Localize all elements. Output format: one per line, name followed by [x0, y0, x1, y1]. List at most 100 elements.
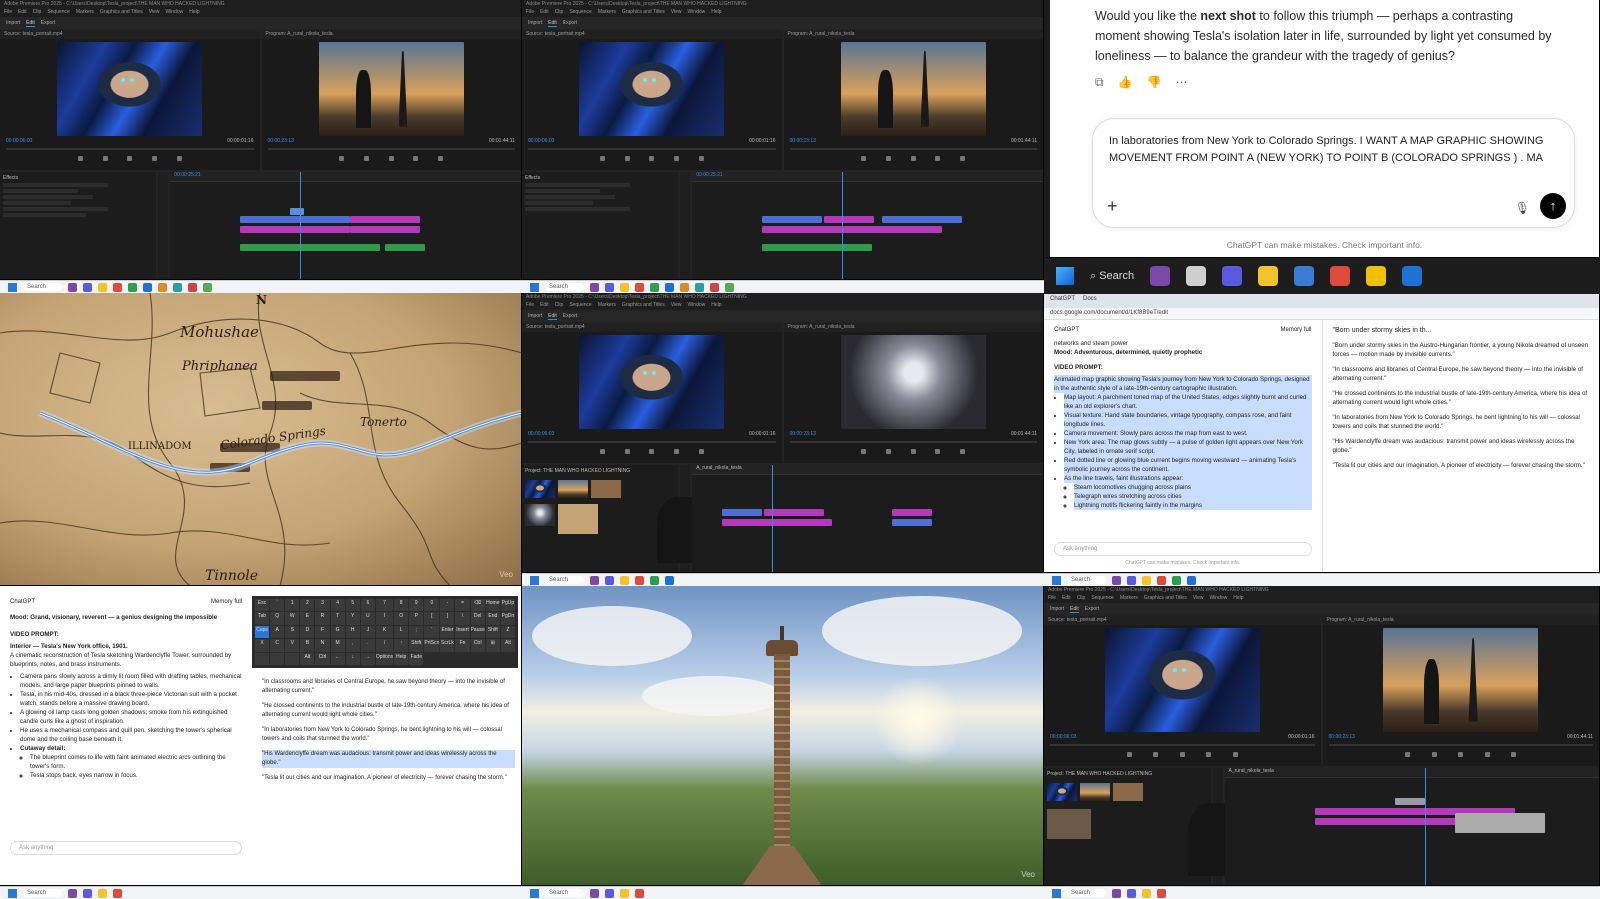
- menu-window[interactable]: Window: [165, 9, 183, 17]
- keyboard-key[interactable]: G: [330, 625, 345, 639]
- video-clip[interactable]: [892, 509, 933, 516]
- chrome-icon[interactable]: [1157, 575, 1167, 585]
- file-explorer-icon[interactable]: [620, 888, 630, 898]
- video-clip[interactable]: [722, 519, 833, 526]
- chrome-icon[interactable]: [635, 888, 645, 898]
- source-tab[interactable]: Source: tesla_portrait.mp4: [0, 30, 260, 39]
- menu-help[interactable]: Help: [711, 302, 721, 310]
- program-scrubber[interactable]: [789, 148, 1037, 150]
- keyboard-key[interactable]: X: [255, 639, 270, 652]
- marker-icon[interactable]: [339, 156, 345, 161]
- keyboard-key[interactable]: →: [360, 652, 375, 665]
- bin-thumbnail[interactable]: [1080, 783, 1110, 801]
- menu-clip[interactable]: Clip: [1077, 595, 1086, 603]
- tab-export[interactable]: Export: [41, 20, 55, 26]
- keyboard-key[interactable]: Insert: [455, 625, 470, 639]
- step-forward-icon[interactable]: [1484, 752, 1490, 757]
- menu-window[interactable]: Window: [687, 302, 705, 310]
- source-monitor[interactable]: Source: tesla_portrait.mp4 00:00:06:03 0…: [0, 30, 260, 170]
- step-back-icon[interactable]: [886, 449, 892, 454]
- taskbar-app-icon[interactable]: [725, 282, 735, 292]
- chrome-icon[interactable]: [635, 282, 645, 292]
- keyboard-key[interactable]: -: [440, 599, 455, 612]
- taskbar-app-icon[interactable]: [605, 575, 615, 585]
- play-icon[interactable]: [649, 156, 655, 161]
- play-icon[interactable]: [1458, 752, 1464, 757]
- keyboard-key[interactable]: V: [285, 639, 300, 652]
- taskbar-app-icon[interactable]: [710, 282, 720, 292]
- defender-icon[interactable]: [1402, 266, 1423, 286]
- bin-thumbnail[interactable]: [525, 504, 555, 526]
- marker-icon[interactable]: [861, 156, 867, 161]
- keyboard-key[interactable]: A: [270, 625, 285, 639]
- taskbar-app-icon[interactable]: [1112, 575, 1122, 585]
- export-frame-icon[interactable]: [960, 156, 966, 161]
- file-explorer-icon[interactable]: [98, 282, 108, 292]
- menu-sequence[interactable]: Sequence: [569, 302, 592, 310]
- timeline-ruler[interactable]: 00:00:25:21: [692, 172, 1043, 182]
- bin-thumbnail[interactable]: [1113, 783, 1143, 801]
- taskbar-app-icon[interactable]: [1112, 888, 1122, 898]
- project-panel[interactable]: Effects: [522, 172, 679, 279]
- taskbar-app-icon[interactable]: [1172, 575, 1182, 585]
- chrome-icon[interactable]: [113, 282, 123, 292]
- keyboard-key[interactable]: ↑: [394, 639, 409, 652]
- tab-export[interactable]: Export: [563, 313, 577, 319]
- taskbar-app-icon[interactable]: [1222, 266, 1243, 286]
- keyboard-key[interactable]: \: [455, 612, 470, 625]
- menu-view[interactable]: View: [671, 9, 682, 17]
- video-clip[interactable]: [722, 509, 763, 516]
- keyboard-key[interactable]: Tab: [255, 612, 270, 625]
- plus-icon[interactable]: +: [1107, 196, 1118, 217]
- video-clip[interactable]: [350, 226, 421, 233]
- keyboard-key[interactable]: M: [330, 639, 345, 652]
- taskbar-app-icon[interactable]: [1186, 266, 1207, 286]
- menu-window[interactable]: Window: [687, 9, 705, 17]
- program-scrubber[interactable]: [1328, 744, 1593, 746]
- menu-edit[interactable]: Edit: [18, 9, 27, 17]
- taskbar-app-icon[interactable]: [1150, 266, 1171, 286]
- keyboard-key[interactable]: Pause: [470, 625, 485, 639]
- menu-clip[interactable]: Clip: [555, 302, 564, 310]
- keyboard-key[interactable]: Shift: [409, 639, 424, 652]
- taskbar-app-icon[interactable]: [83, 888, 93, 898]
- step-back-icon[interactable]: [624, 449, 630, 454]
- tab-export[interactable]: Export: [1085, 606, 1099, 612]
- marker-icon[interactable]: [77, 156, 83, 161]
- chat-header[interactable]: ChatGPT: [10, 598, 35, 607]
- keyboard-key[interactable]: .: [360, 639, 375, 652]
- keyboard-key[interactable]: Alt: [500, 639, 515, 652]
- program-monitor[interactable]: Program: A_rural_nikola_tesla 00:00:23:1…: [783, 30, 1043, 170]
- step-forward-icon[interactable]: [151, 156, 157, 161]
- tab-import[interactable]: Import: [1050, 606, 1064, 612]
- keyboard-key[interactable]: T: [330, 612, 345, 625]
- keyboard-key[interactable]: Ctrl: [470, 639, 485, 652]
- taskbar-app-icon[interactable]: [1294, 266, 1315, 286]
- doc-paragraph[interactable]: "His Wardenclyffe dream was audacious: t…: [1333, 437, 1590, 455]
- file-explorer-icon[interactable]: [98, 888, 108, 898]
- step-back-icon[interactable]: [1153, 752, 1159, 757]
- keyboard-key[interactable]: W: [285, 612, 300, 625]
- send-button[interactable]: ↑: [1540, 193, 1566, 219]
- taskbar-app-icon[interactable]: [1366, 266, 1387, 286]
- marker-icon[interactable]: [599, 449, 605, 454]
- source-tab[interactable]: Source: tesla_portrait.mp4: [1044, 616, 1321, 625]
- keyboard-key[interactable]: ↓: [345, 652, 360, 665]
- step-back-icon[interactable]: [102, 156, 108, 161]
- windows-start-icon[interactable]: [530, 575, 539, 585]
- keyboard-key[interactable]: Esc: [255, 599, 270, 612]
- keyboard-key[interactable]: C: [270, 639, 285, 652]
- doc-paragraph[interactable]: "Born under stormy skies in the Austro-H…: [1333, 341, 1590, 359]
- keyboard-key[interactable]: K: [375, 625, 394, 639]
- keyboard-key[interactable]: U: [360, 612, 375, 625]
- audio-clip[interactable]: [762, 244, 873, 251]
- keyboard-key[interactable]: ⊞: [485, 639, 500, 652]
- chrome-icon[interactable]: [1330, 266, 1351, 286]
- keyboard-key[interactable]: [270, 652, 285, 665]
- menu-sequence[interactable]: Sequence: [569, 9, 592, 17]
- menu-markers[interactable]: Markers: [598, 302, 616, 310]
- source-scrubber[interactable]: [528, 441, 776, 443]
- tools-panel[interactable]: [680, 172, 691, 279]
- windows-start-icon[interactable]: [1056, 267, 1074, 285]
- playhead[interactable]: [300, 172, 302, 279]
